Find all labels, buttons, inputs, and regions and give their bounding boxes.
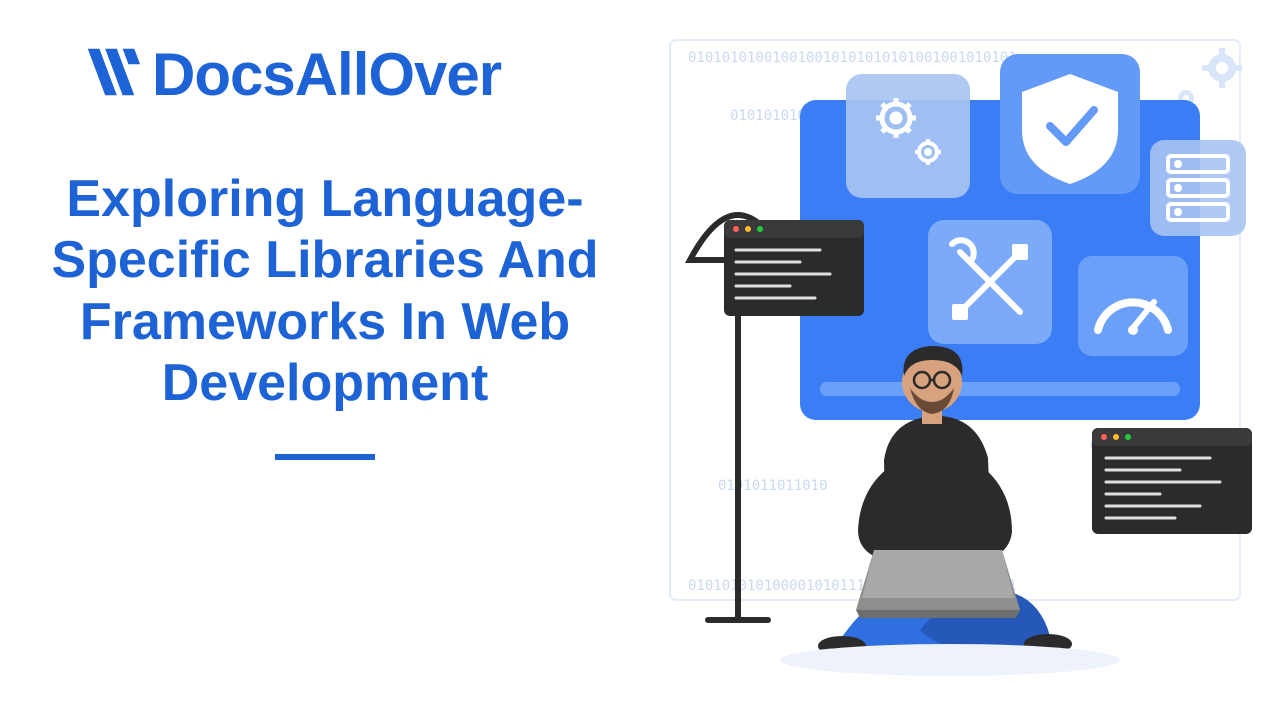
brand-mark-icon [80,41,142,108]
code-window-right-icon [1092,428,1252,534]
page-title: Exploring Language-Specific Libraries An… [50,169,600,414]
laptop-icon [856,550,1020,618]
brand-name: DocsAllOver [152,40,501,109]
svg-text:0101011011010: 0101011011010 [718,478,828,494]
svg-text:010101010010010010101010101001: 010101010010010010101010101001001010101 [688,50,1017,66]
hero-illustration: 010101010010010010101010101001001010101 … [620,0,1280,720]
tools-tile-icon [928,220,1052,344]
gears-tile-icon [846,74,970,198]
shield-tile-icon [1000,54,1140,194]
brand-logo: DocsAllOver [80,40,501,109]
gauge-tile-icon [1078,256,1188,356]
server-tile-icon [1150,140,1246,236]
title-underline [275,454,375,460]
code-window-left-icon [724,220,864,316]
